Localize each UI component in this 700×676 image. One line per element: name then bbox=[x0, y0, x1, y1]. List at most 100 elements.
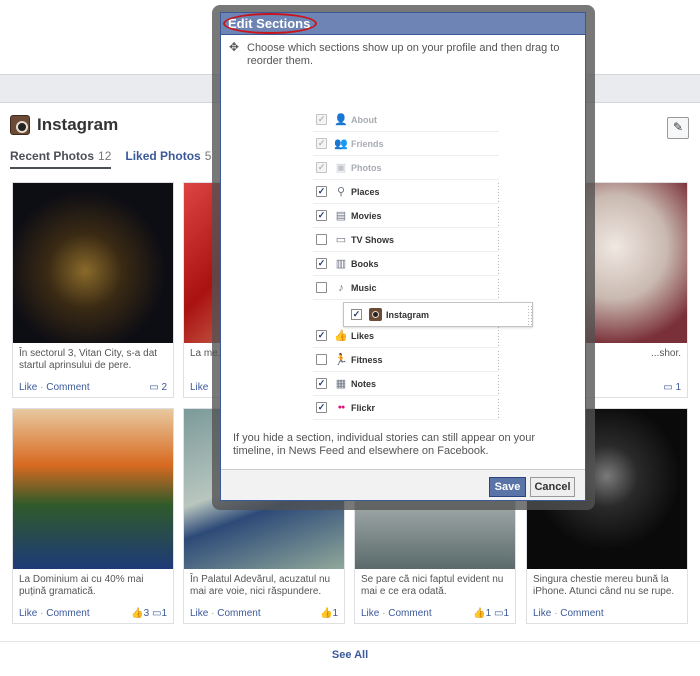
thumbs-up-icon: 👍 bbox=[131, 608, 144, 619]
tab-liked-photos[interactable]: Liked Photos 5 bbox=[125, 149, 211, 169]
section-label: Instagram bbox=[386, 309, 430, 320]
dragging-section-instagram[interactable]: ✓ Instagram bbox=[343, 302, 533, 327]
checkbox[interactable] bbox=[316, 282, 327, 293]
photo-stats: 👍3 ▭1 bbox=[131, 608, 167, 619]
dialog-title-bar: Edit Sections bbox=[221, 13, 585, 35]
section-label: Movies bbox=[351, 210, 382, 221]
instagram-icon bbox=[369, 308, 382, 321]
thumbs-up-icon: 👍 bbox=[334, 329, 348, 342]
photo-stats: ▭ 1 bbox=[663, 382, 681, 393]
thumbs-up-icon: 👍 bbox=[319, 608, 333, 619]
dialog-footer: Save Cancel bbox=[221, 469, 585, 500]
drag-handle[interactable] bbox=[497, 230, 501, 250]
checkbox[interactable]: ✓ bbox=[316, 378, 327, 389]
comment-link[interactable]: Comment bbox=[46, 382, 89, 393]
section-row-music[interactable]: ♪ Music bbox=[313, 276, 501, 300]
photo-caption: Se pare că nici faptul evident nu mai e … bbox=[361, 574, 504, 597]
instagram-icon bbox=[10, 115, 30, 135]
photo-caption: La Dominium ai cu 40% mai puțină gramati… bbox=[19, 574, 144, 597]
section-label: Music bbox=[351, 282, 377, 293]
section-row-friends[interactable]: ✓ 👥 Friends bbox=[313, 132, 499, 156]
save-button[interactable]: Save bbox=[489, 477, 526, 497]
section-row-photos[interactable]: ✓ ▣ Photos bbox=[313, 156, 499, 180]
like-link[interactable]: Like bbox=[19, 608, 37, 619]
tab-label: Recent Photos bbox=[10, 149, 95, 163]
photo-stats: 👍1 bbox=[320, 608, 338, 619]
section-row-tv-shows[interactable]: ▭ TV Shows bbox=[313, 228, 501, 252]
section-label: Books bbox=[351, 258, 379, 269]
checkbox[interactable]: ✓ bbox=[316, 402, 327, 413]
film-icon: ▤ bbox=[335, 209, 347, 222]
section-label: Fitness bbox=[351, 354, 383, 365]
checkbox[interactable] bbox=[316, 234, 327, 245]
like-link[interactable]: Like bbox=[190, 382, 208, 393]
drag-handle[interactable] bbox=[497, 374, 501, 394]
see-all-link[interactable]: See All bbox=[0, 649, 700, 661]
comment-link[interactable]: Comment bbox=[560, 608, 603, 619]
like-link[interactable]: Like bbox=[533, 608, 551, 619]
photo-tile[interactable]: În sectorul 3, Vitan City, s-a dat start… bbox=[12, 182, 174, 398]
intro-text: Choose which sections show up on your pr… bbox=[247, 42, 560, 67]
drag-handle[interactable] bbox=[497, 182, 501, 202]
tab-recent-photos[interactable]: Recent Photos 12 bbox=[10, 149, 112, 169]
drag-handle[interactable] bbox=[497, 278, 501, 298]
tab-label: Liked Photos bbox=[125, 149, 201, 163]
like-link[interactable]: Like bbox=[190, 608, 208, 619]
checkbox[interactable]: ✓ bbox=[316, 186, 327, 197]
section-row-fitness[interactable]: 🏃 Fitness bbox=[313, 348, 501, 372]
music-note-icon: ♪ bbox=[338, 281, 344, 294]
checkbox[interactable]: ✓ bbox=[316, 258, 327, 269]
section-label: Likes bbox=[351, 330, 375, 341]
comment-count: 2 bbox=[161, 382, 167, 393]
app-title[interactable]: Instagram bbox=[37, 115, 118, 135]
thumbs-up-icon: 👍 bbox=[473, 608, 486, 619]
drag-handle[interactable] bbox=[527, 305, 532, 325]
comment-link[interactable]: Comment bbox=[217, 608, 260, 619]
section-row-movies[interactable]: ✓ ▤ Movies bbox=[313, 204, 501, 228]
like-link[interactable]: Like bbox=[361, 608, 379, 619]
drag-handle[interactable] bbox=[497, 350, 501, 370]
section-row-likes[interactable]: ✓ 👍 Likes bbox=[313, 324, 501, 348]
pencil-icon: ✎ bbox=[672, 120, 684, 134]
edit-pencil-button[interactable]: ✎ bbox=[667, 117, 689, 139]
section-row-places[interactable]: ✓ ⚲ Places bbox=[313, 180, 501, 204]
flickr-icon: ●● bbox=[337, 403, 345, 411]
drag-handle[interactable] bbox=[497, 254, 501, 274]
checkbox: ✓ bbox=[316, 162, 327, 173]
drag-handle[interactable] bbox=[497, 326, 501, 346]
checkbox[interactable]: ✓ bbox=[316, 330, 327, 341]
comment-icon: ▭ bbox=[663, 382, 673, 393]
photo-actions: Like · Comment bbox=[533, 608, 604, 619]
tv-icon: ▭ bbox=[335, 233, 347, 246]
photo-caption: În sectorul 3, Vitan City, s-a dat start… bbox=[19, 348, 158, 371]
photo-image[interactable] bbox=[13, 183, 173, 343]
checkbox[interactable]: ✓ bbox=[316, 210, 327, 221]
drag-handle[interactable] bbox=[497, 398, 501, 418]
photo-actions: Like · Comment bbox=[19, 608, 90, 619]
comment-link[interactable]: Comment bbox=[388, 608, 431, 619]
photo-caption: Singura chestie mereu bună la iPhone. At… bbox=[533, 574, 675, 597]
drag-handle[interactable] bbox=[497, 206, 501, 226]
friends-icon: 👥 bbox=[334, 137, 348, 150]
like-link[interactable]: Like bbox=[19, 382, 37, 393]
map-pin-icon: ⚲ bbox=[336, 185, 346, 198]
section-row-books[interactable]: ✓ ▥ Books bbox=[313, 252, 501, 276]
comment-icon: ▭ bbox=[149, 382, 159, 393]
section-row-notes[interactable]: ✓ ▦ Notes bbox=[313, 372, 501, 396]
section-row-flickr[interactable]: ✓ ●● Flickr bbox=[313, 396, 501, 420]
section-label: Flickr bbox=[351, 402, 376, 413]
dialog-intro: ✥ Choose which sections show up on your … bbox=[221, 35, 585, 68]
photo-stats: 👍1 ▭1 bbox=[473, 608, 509, 619]
checkbox[interactable] bbox=[316, 354, 327, 365]
checkbox[interactable]: ✓ bbox=[351, 309, 362, 320]
comment-link[interactable]: Comment bbox=[46, 608, 89, 619]
cancel-button[interactable]: Cancel bbox=[530, 477, 575, 497]
photo-actions: Like bbox=[190, 382, 208, 393]
checkbox: ✓ bbox=[316, 114, 327, 125]
app-header: Instagram bbox=[10, 115, 118, 135]
section-row-about[interactable]: ✓ 👤 About bbox=[313, 108, 499, 132]
photo-tile[interactable]: La Dominium ai cu 40% mai puțină gramati… bbox=[12, 408, 174, 624]
photo-image[interactable] bbox=[13, 409, 173, 569]
runner-icon: 🏃 bbox=[334, 353, 348, 366]
photo-actions: Like · Comment bbox=[190, 608, 261, 619]
